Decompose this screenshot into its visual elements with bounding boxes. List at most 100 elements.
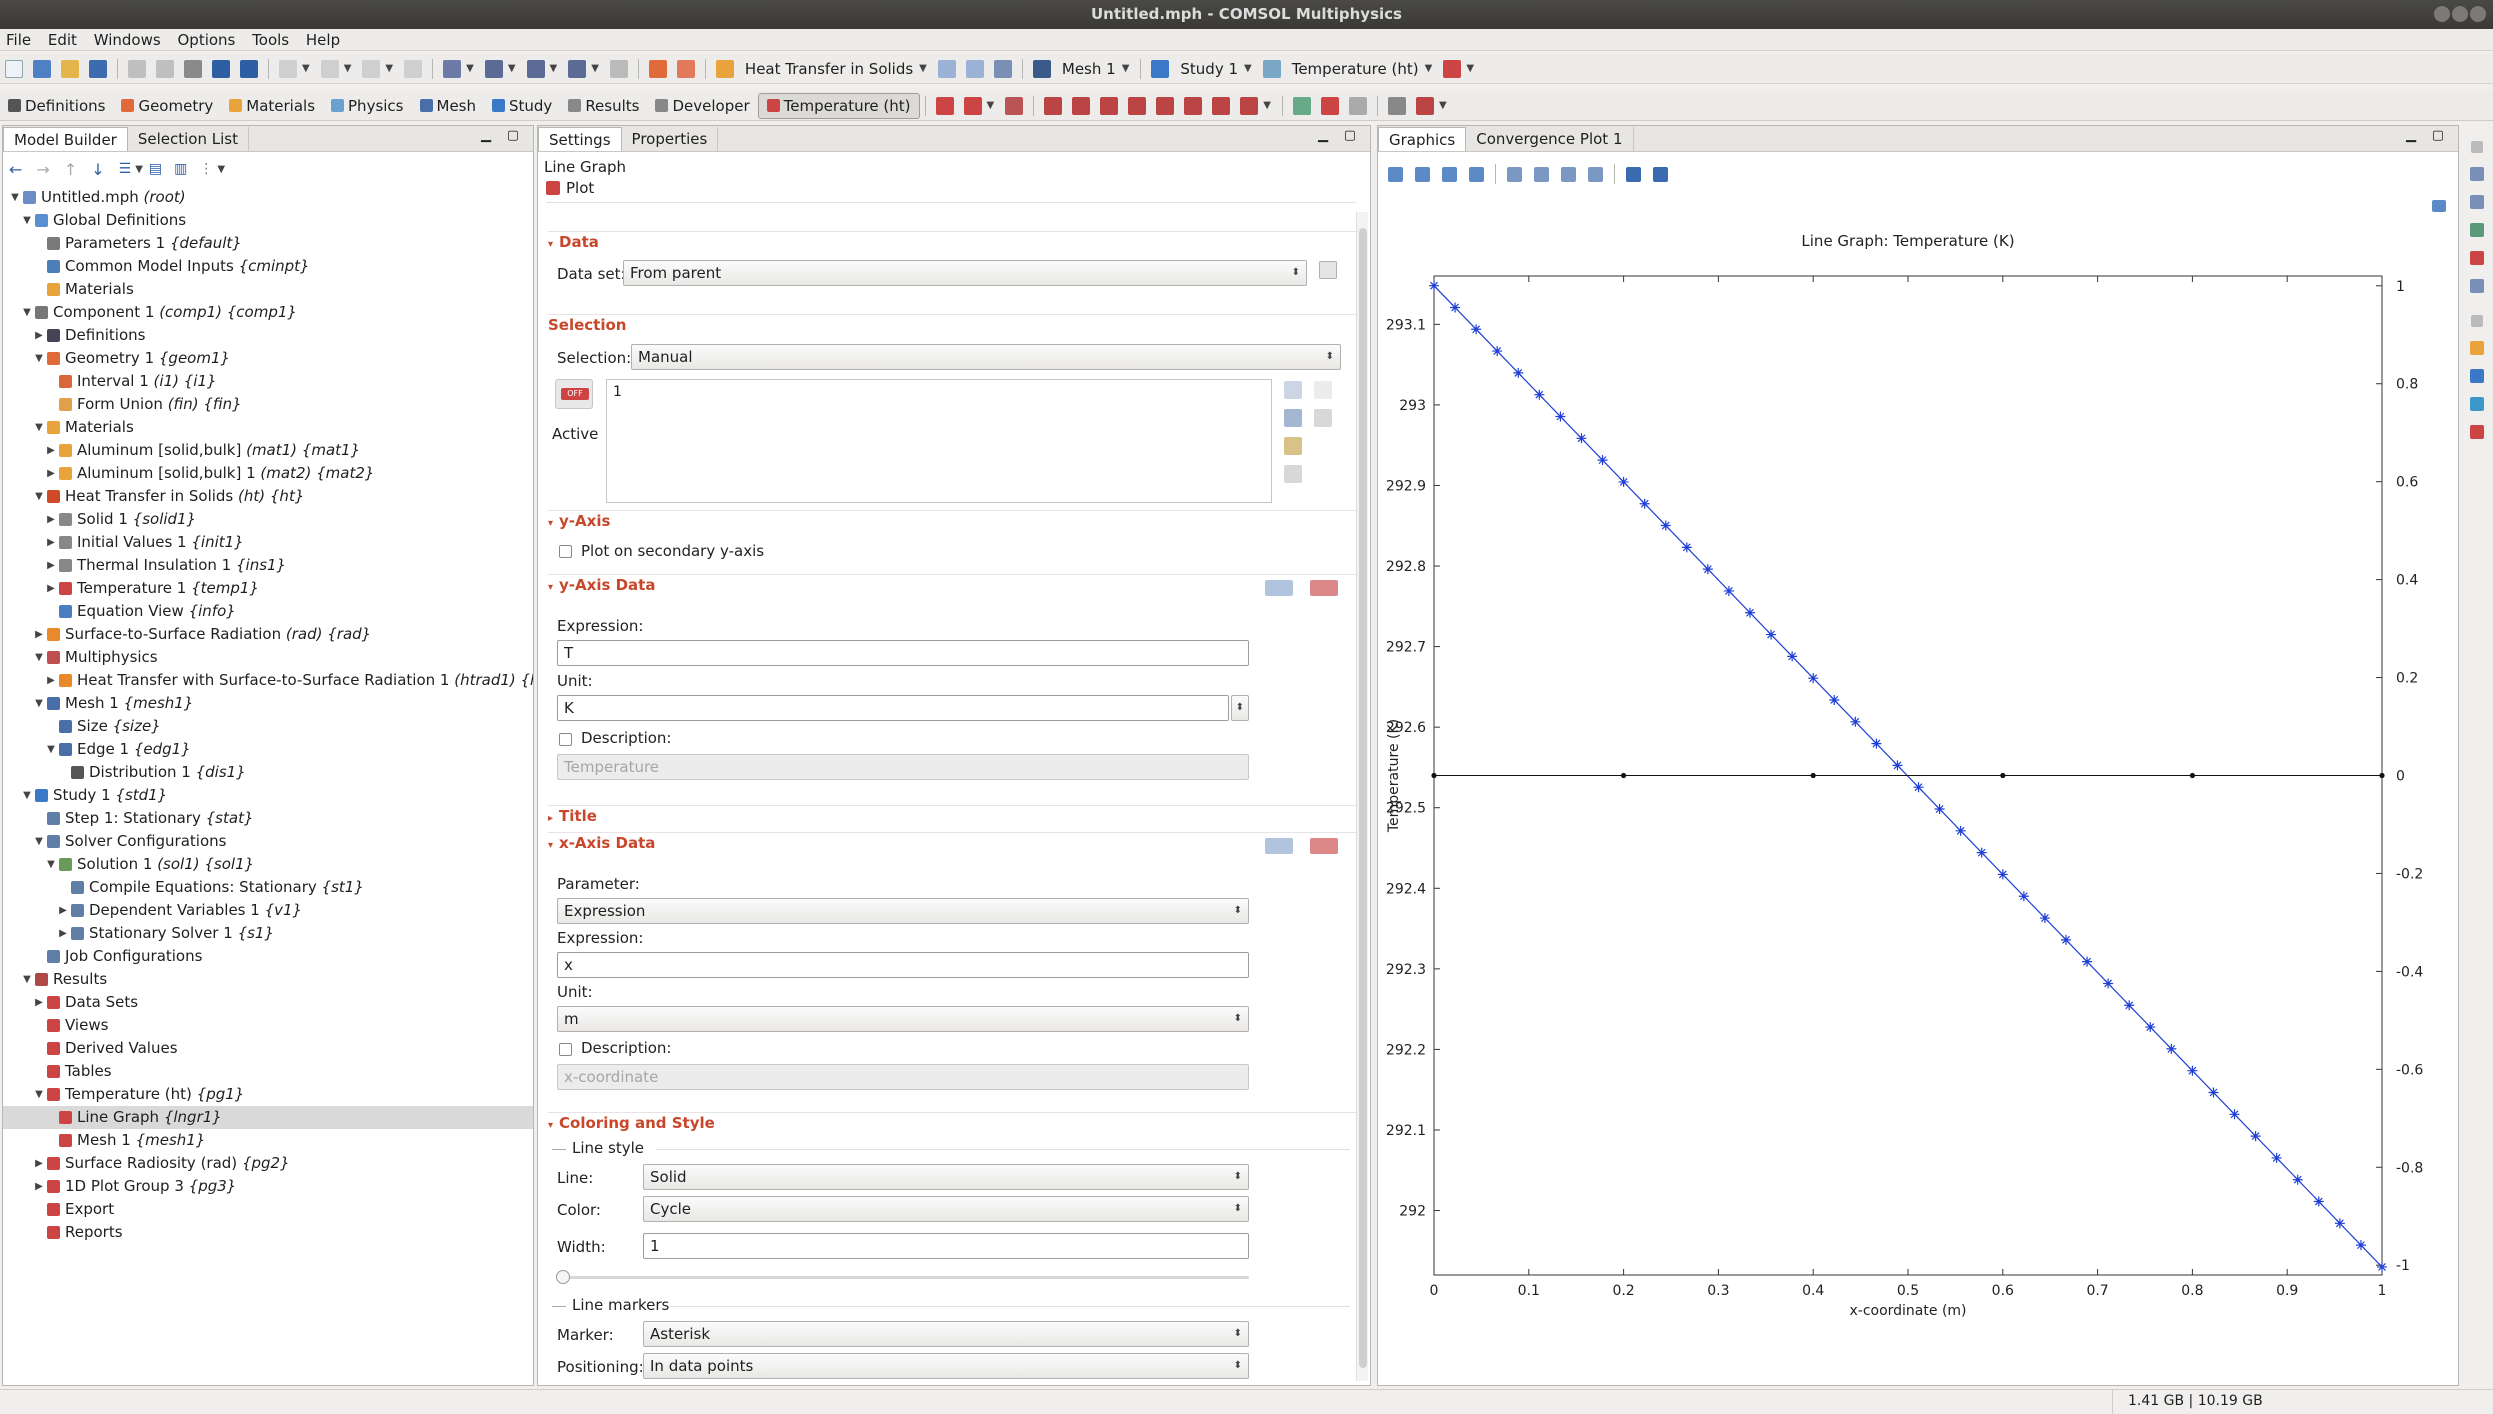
- tree-node[interactable]: ▼ Multiphysics: [3, 646, 533, 669]
- width-input[interactable]: 1: [643, 1233, 1249, 1259]
- clear-selection-icon[interactable]: [1314, 381, 1332, 399]
- replace-expression-icon[interactable]: [1265, 838, 1293, 854]
- study-select[interactable]: Study 1: [1174, 60, 1244, 78]
- collapse-arrow-icon[interactable]: ▼: [33, 485, 45, 508]
- side-results-icon[interactable]: [2470, 425, 2484, 439]
- tree-node[interactable]: Size {size}: [3, 715, 533, 738]
- side-progress-icon[interactable]: [2470, 195, 2484, 209]
- side-study-icon[interactable]: [2470, 397, 2484, 411]
- histogram-icon[interactable]: [1156, 96, 1175, 115]
- compute-study-icon[interactable]: [1262, 59, 1281, 78]
- positioning-select[interactable]: In data points ⬍: [643, 1353, 1249, 1379]
- insert-expression-icon[interactable]: [1310, 838, 1338, 854]
- function-icon[interactable]: [1184, 96, 1203, 115]
- collapse-arrow-icon[interactable]: ▼: [33, 646, 45, 669]
- side-materials-icon[interactable]: [2470, 341, 2484, 355]
- mesh-select[interactable]: Mesh 1: [1056, 60, 1122, 78]
- tree-node[interactable]: Export: [3, 1198, 533, 1221]
- tree-node[interactable]: Step 1: Stationary {stat}: [3, 807, 533, 830]
- collapse-arrow-icon[interactable]: ▼: [33, 830, 45, 853]
- copy-selection-icon[interactable]: [1284, 409, 1302, 427]
- ribbon-study[interactable]: Study: [484, 93, 560, 119]
- collapse-arrow-icon[interactable]: ▼: [45, 738, 57, 761]
- ribbon-physics[interactable]: Physics: [323, 93, 411, 119]
- collapse-arrow-icon[interactable]: ▼: [21, 301, 33, 324]
- tree-node[interactable]: ▼ Study 1 {std1}: [3, 784, 533, 807]
- maximize-panel-icon[interactable]: ▢: [507, 128, 519, 143]
- settings-scrollbar[interactable]: [1356, 212, 1368, 1381]
- tree-node[interactable]: ▶ Thermal Insulation 1 {ins1}: [3, 554, 533, 577]
- expand-arrow-icon[interactable]: ▶: [45, 554, 57, 577]
- menu-edit[interactable]: Edit: [42, 29, 83, 51]
- expand-arrow-icon[interactable]: ▶: [45, 439, 57, 462]
- tree-node[interactable]: Equation View {info}: [3, 600, 533, 623]
- tree-node[interactable]: Common Model Inputs {cminpt}: [3, 255, 533, 278]
- boundary-icon[interactable]: [965, 59, 984, 78]
- ribbon-materials[interactable]: Materials: [221, 93, 323, 119]
- redo-icon[interactable]: [156, 59, 174, 78]
- section-x-axis-data[interactable]: ▾ x-Axis Data: [548, 832, 1360, 852]
- menu-tools[interactable]: Tools: [246, 29, 295, 51]
- tree-node[interactable]: Line Graph {lngr1}: [3, 1106, 533, 1129]
- marker-select[interactable]: Asterisk ⬍: [643, 1321, 1249, 1347]
- tree-node[interactable]: Interval 1 (i1) {i1}: [3, 370, 533, 393]
- expand-arrow-icon[interactable]: ▶: [33, 991, 45, 1014]
- side-table-icon[interactable]: [2470, 251, 2484, 265]
- new-model-icon[interactable]: [33, 59, 51, 78]
- maximize-button[interactable]: [2452, 6, 2468, 22]
- section-y-axis[interactable]: ▾ y-Axis: [548, 510, 1360, 530]
- tree-node[interactable]: Views: [3, 1014, 533, 1037]
- maximize-panel-icon[interactable]: ▢: [2432, 128, 2444, 143]
- color-select[interactable]: Cycle ⬍: [643, 1196, 1249, 1222]
- tree-node[interactable]: Parameters 1 {default}: [3, 232, 533, 255]
- side-restore-icon[interactable]: [2471, 141, 2483, 153]
- plot-icon-2[interactable]: [963, 96, 982, 115]
- expand-arrow-icon[interactable]: ▶: [57, 899, 69, 922]
- pair-icon[interactable]: [993, 59, 1012, 78]
- collapse-arrow-icon[interactable]: ▼: [33, 416, 45, 439]
- legend-icon[interactable]: [1561, 166, 1576, 182]
- replace-expression-icon[interactable]: [1265, 580, 1293, 596]
- minimize-panel-icon[interactable]: ▁: [1318, 128, 1328, 143]
- tree-node[interactable]: Materials: [3, 278, 533, 301]
- selection-select[interactable]: Manual ⬍: [631, 344, 1341, 370]
- collapse-arrow-icon[interactable]: ▼: [33, 692, 45, 715]
- plot-add-icon[interactable]: [1005, 96, 1024, 115]
- view-icon[interactable]: [443, 59, 462, 78]
- tree-node[interactable]: ▼ Geometry 1 {geom1}: [3, 347, 533, 370]
- menu-windows[interactable]: Windows: [88, 29, 167, 51]
- move-down-icon[interactable]: ↓: [91, 160, 104, 179]
- tree-node[interactable]: ▶ 1D Plot Group 3 {pg3}: [3, 1175, 533, 1198]
- collapse-arrow-icon[interactable]: ▼: [33, 347, 45, 370]
- create-selection-icon[interactable]: [1284, 437, 1302, 455]
- expand-arrow-icon[interactable]: ▶: [45, 577, 57, 600]
- ribbon-results[interactable]: Results: [560, 93, 647, 119]
- plot-group-icon[interactable]: [935, 96, 954, 115]
- ribbon-temperature[interactable]: Temperature (ht): [757, 92, 920, 119]
- tree-node[interactable]: ▶ Aluminum [solid,bulk] 1 (mat2) {mat2}: [3, 462, 533, 485]
- tree-node[interactable]: ▶ Initial Values 1 {init1}: [3, 531, 533, 554]
- collapse-arrow-icon[interactable]: ▼: [21, 784, 33, 807]
- side-log-icon[interactable]: [2470, 223, 2484, 237]
- line-graph-icon[interactable]: [1044, 96, 1063, 115]
- side-physics-icon[interactable]: [2470, 369, 2484, 383]
- side-messages-icon[interactable]: [2470, 167, 2484, 181]
- tree-node[interactable]: ▶ Aluminum [solid,bulk] (mat1) {mat1}: [3, 439, 533, 462]
- mesh-icon[interactable]: [1032, 59, 1051, 78]
- zoom-extents-icon[interactable]: [1469, 166, 1484, 182]
- zoom-box-icon[interactable]: [1442, 166, 1457, 182]
- zoom-selection-icon[interactable]: [1314, 409, 1332, 427]
- x-expression-input[interactable]: x: [557, 952, 1249, 978]
- ribbon-mesh[interactable]: Mesh: [412, 93, 485, 119]
- duplicate-icon[interactable]: [1387, 96, 1406, 115]
- tree-node[interactable]: ▶ Data Sets: [3, 991, 533, 1014]
- ribbon-developer[interactable]: Developer: [647, 93, 757, 119]
- menu-help[interactable]: Help: [300, 29, 346, 51]
- locate-icon[interactable]: [1284, 465, 1302, 483]
- tree-node[interactable]: Job Configurations: [3, 945, 533, 968]
- tab-settings[interactable]: Settings: [538, 127, 622, 151]
- minimize-button[interactable]: [2434, 6, 2450, 22]
- tab-graphics[interactable]: Graphics: [1378, 127, 1467, 151]
- x-unit-select[interactable]: m ⬍: [557, 1006, 1249, 1032]
- goto-source-icon[interactable]: [1319, 261, 1337, 279]
